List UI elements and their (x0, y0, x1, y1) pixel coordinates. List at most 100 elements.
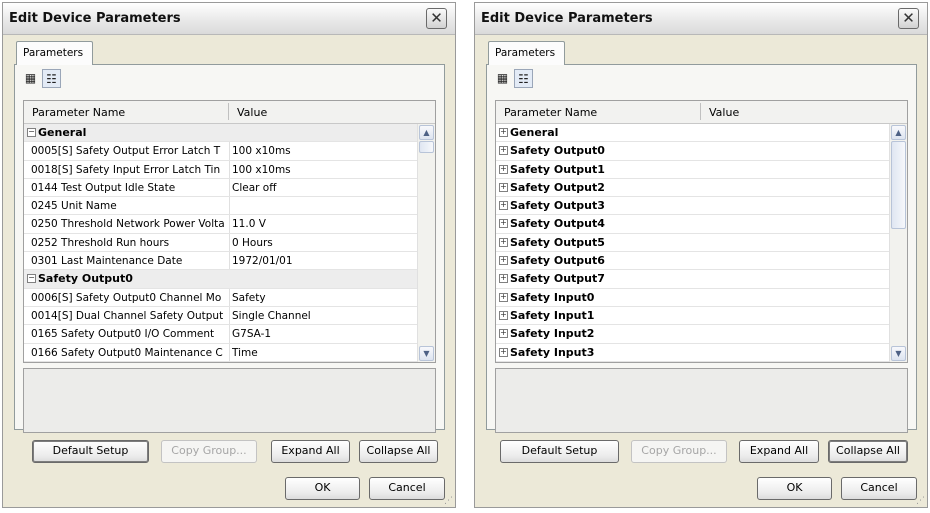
parameter-value[interactable]: 100 x10ms (232, 145, 416, 157)
ok-button[interactable]: OK (757, 477, 832, 500)
scroll-thumb[interactable] (419, 141, 434, 154)
parameter-row[interactable]: 0245 Unit Name (24, 197, 417, 216)
group-row[interactable]: + Safety Output2 (496, 178, 889, 198)
parameter-name: 0166 Safety Output0 Maintenance C (31, 346, 223, 359)
edit-device-parameters-dialog-collapsed: Edit Device Parameters ✕ Parameters ▦ ☷ … (474, 2, 928, 508)
parameter-row[interactable]: 0005[S] Safety Output Error Latch T 100 x… (24, 142, 417, 161)
group-row[interactable]: + Safety Output7 (496, 270, 889, 289)
scroll-up-icon[interactable]: ▲ (891, 125, 906, 140)
parameter-row[interactable]: 0166 Safety Output0 Maintenance C Time (24, 343, 417, 362)
group-row[interactable]: − General (24, 124, 417, 143)
default-setup-button[interactable]: Default Setup (500, 440, 619, 463)
group-row[interactable]: + Safety Output3 (496, 197, 889, 216)
parameter-value[interactable]: 100 x10ms (232, 164, 416, 176)
parameter-name: 0245 Unit Name (31, 200, 117, 213)
group-row[interactable]: + Safety Input1 (496, 306, 889, 326)
expand-icon[interactable]: + (499, 182, 508, 192)
collapse-all-button[interactable]: Collapse All (828, 440, 908, 463)
parameter-value[interactable]: 0 Hours (232, 237, 416, 249)
collapse-icon[interactable]: − (27, 274, 36, 284)
column-separator (229, 142, 230, 160)
table-view-icon[interactable]: ▦ (21, 69, 40, 88)
parameter-row[interactable]: 0301 Last Maintenance Date 1972/01/01 (24, 252, 417, 271)
parameter-row[interactable]: 0252 Threshold Run hours 0 Hours (24, 233, 417, 253)
parameter-value[interactable]: Clear off (232, 182, 416, 194)
parameter-row[interactable]: 0018[S] Safety Input Error Latch Tin 100 … (24, 160, 417, 179)
column-separator (229, 197, 230, 215)
close-button[interactable]: ✕ (426, 8, 447, 29)
list-view-icon[interactable]: ☷ (42, 69, 61, 88)
group-row[interactable]: + Safety Input3 (496, 343, 889, 362)
default-setup-button[interactable]: Default Setup (32, 440, 149, 463)
column-divider[interactable] (700, 103, 701, 120)
expand-icon[interactable]: + (499, 219, 508, 229)
close-button[interactable]: ✕ (898, 8, 919, 29)
collapse-all-button[interactable]: Collapse All (359, 440, 438, 463)
group-row[interactable]: + Safety Output4 (496, 215, 889, 234)
expand-icon[interactable]: + (499, 310, 508, 320)
parameter-value[interactable]: 11.0 V (232, 218, 416, 230)
parameter-name: 0014[S] Dual Channel Safety Output (31, 309, 224, 322)
column-header-parameter-name[interactable]: Parameter Name (504, 106, 597, 119)
tab-parameters[interactable]: Parameters (488, 41, 565, 65)
table-view-icon[interactable]: ▦ (493, 69, 512, 88)
group-row[interactable]: − Safety Output0 (24, 270, 417, 289)
group-row[interactable]: + Safety Output5 (496, 233, 889, 253)
parameter-name: 0250 Threshold Network Power Volta (31, 218, 225, 231)
resize-grip-icon[interactable]: ⋰ (444, 496, 454, 506)
resize-grip-icon[interactable]: ⋰ (916, 496, 926, 506)
scroll-up-icon[interactable]: ▲ (419, 125, 434, 140)
parameter-row[interactable]: 0006[S] Safety Output0 Channel Mo Safety (24, 288, 417, 307)
parameter-value[interactable]: Safety (232, 292, 416, 304)
column-header-parameter-name[interactable]: Parameter Name (32, 106, 125, 119)
copy-group-button[interactable]: Copy Group... (631, 440, 727, 463)
parameter-value[interactable]: Single Channel (232, 310, 416, 322)
scroll-down-icon[interactable]: ▼ (891, 346, 906, 361)
parameter-row[interactable]: 0165 Safety Output0 I/O Comment G7SA-1 (24, 325, 417, 344)
column-divider[interactable] (228, 103, 229, 120)
grid-rows: + General + Safety Output0 + Safety Output1 + S… (496, 124, 889, 362)
expand-all-button[interactable]: Expand All (739, 440, 819, 463)
group-row[interactable]: + Safety Input2 (496, 325, 889, 344)
column-separator (229, 288, 230, 306)
expand-all-button[interactable]: Expand All (271, 440, 350, 463)
expand-icon[interactable]: + (499, 256, 508, 266)
group-row[interactable]: + Safety Input0 (496, 288, 889, 307)
expand-icon[interactable]: + (499, 347, 508, 357)
scroll-down-icon[interactable]: ▼ (419, 346, 434, 361)
group-row[interactable]: + Safety Output6 (496, 252, 889, 271)
title-bar[interactable]: Edit Device Parameters ✕ (3, 3, 455, 35)
expand-icon[interactable]: + (499, 201, 508, 211)
column-separator (229, 325, 230, 343)
dialog-title: Edit Device Parameters (481, 11, 653, 26)
parameter-value[interactable]: Time (232, 347, 416, 359)
parameter-value[interactable]: 1972/01/01 (232, 255, 416, 267)
vertical-scrollbar[interactable]: ▲ ▼ (889, 124, 907, 362)
expand-icon[interactable]: + (499, 329, 508, 339)
expand-icon[interactable]: + (499, 128, 508, 137)
group-row[interactable]: + Safety Output1 (496, 160, 889, 179)
ok-button[interactable]: OK (285, 477, 360, 500)
collapse-icon[interactable]: − (27, 128, 36, 137)
copy-group-button[interactable]: Copy Group... (161, 440, 257, 463)
tab-parameters[interactable]: Parameters (16, 41, 93, 65)
parameter-row[interactable]: 0250 Threshold Network Power Volta 11.0 V (24, 215, 417, 234)
column-header-value[interactable]: Value (237, 106, 267, 119)
expand-icon[interactable]: + (499, 146, 508, 156)
parameter-row[interactable]: 0014[S] Dual Channel Safety Output Single… (24, 306, 417, 326)
parameter-value[interactable]: G7SA-1 (232, 328, 416, 340)
expand-icon[interactable]: + (499, 164, 508, 174)
expand-icon[interactable]: + (499, 292, 508, 302)
expand-icon[interactable]: + (499, 274, 508, 284)
parameter-row[interactable]: 0144 Test Output Idle State Clear off (24, 178, 417, 198)
cancel-button[interactable]: Cancel (841, 477, 917, 500)
list-view-icon[interactable]: ☷ (514, 69, 533, 88)
cancel-button[interactable]: Cancel (369, 477, 445, 500)
expand-icon[interactable]: + (499, 237, 508, 247)
vertical-scrollbar[interactable]: ▲ ▼ (417, 124, 435, 362)
group-row[interactable]: + General (496, 124, 889, 143)
column-header-value[interactable]: Value (709, 106, 739, 119)
group-row[interactable]: + Safety Output0 (496, 142, 889, 161)
scroll-thumb[interactable] (891, 141, 906, 229)
title-bar[interactable]: Edit Device Parameters ✕ (475, 3, 927, 35)
